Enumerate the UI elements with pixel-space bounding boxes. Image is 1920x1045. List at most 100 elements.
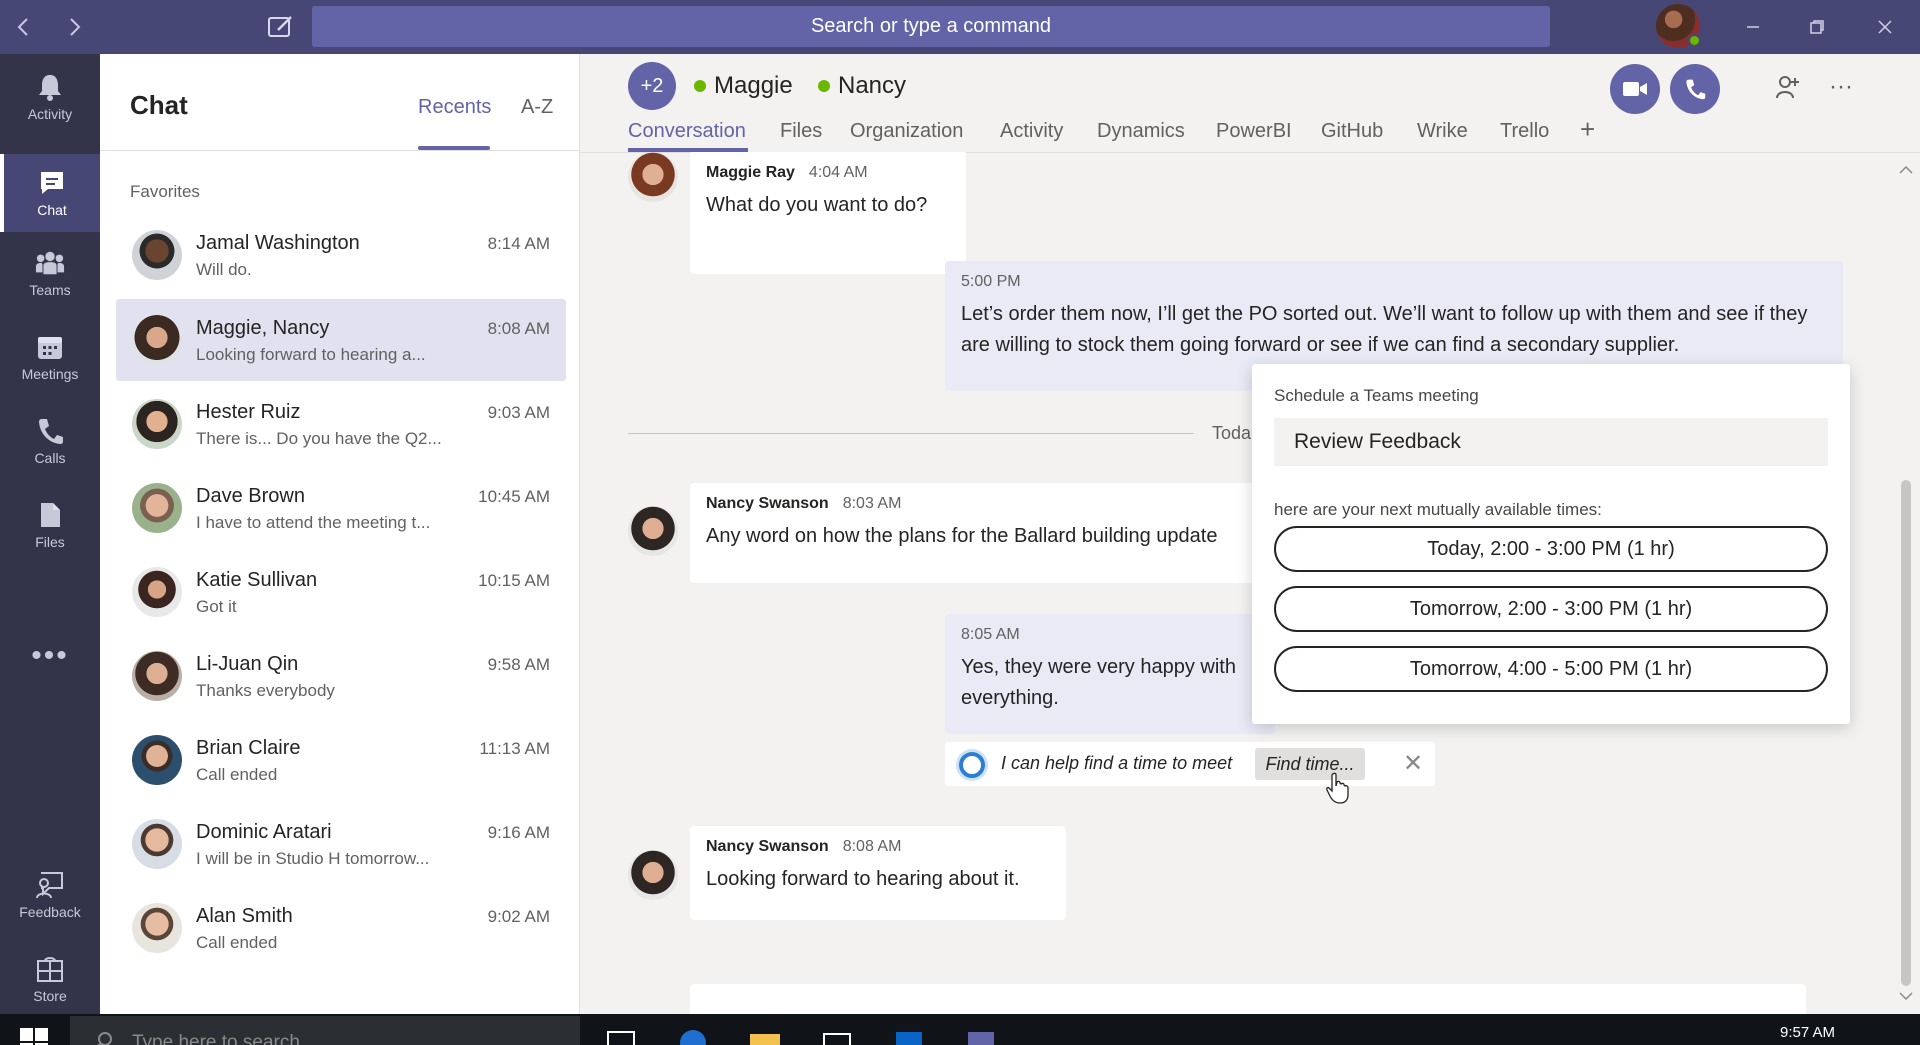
chat-name: Alan Smith: [196, 905, 293, 927]
tab-github[interactable]: GitHub: [1321, 120, 1383, 143]
rail-item-teams[interactable]: Teams: [0, 234, 100, 312]
tab-conversation[interactable]: Conversation: [628, 120, 746, 143]
chat-name: Jamal Washington: [196, 232, 360, 254]
chat-list-pane: Chat Recents A-Z Favorites Jamal Washing…: [100, 54, 580, 1014]
scroll-up-icon[interactable]: [1898, 162, 1914, 178]
dismiss-icon[interactable]: ✕: [1400, 750, 1426, 777]
section-favorites: Favorites: [130, 182, 200, 201]
scroll-down-icon[interactable]: [1898, 988, 1914, 1004]
edge-browser-icon[interactable]: [676, 1026, 710, 1045]
file-explorer-icon[interactable]: [748, 1026, 782, 1045]
message-time: 4:04 AM: [808, 164, 868, 181]
outlook-icon[interactable]: [892, 1026, 926, 1045]
scrollbar[interactable]: [1894, 158, 1918, 1014]
divider: [100, 150, 580, 151]
chat-preview: There is... Do you have the Q2...: [196, 429, 442, 448]
search-input[interactable]: Search or type a command: [312, 6, 1550, 47]
chat-name: Brian Claire: [196, 737, 301, 759]
tab-a-z[interactable]: A-Z: [521, 96, 553, 119]
message-text: What do you want to do?: [706, 194, 928, 216]
scrollbar-thumb[interactable]: [1901, 480, 1911, 986]
meeting-title-input[interactable]: [1274, 418, 1828, 466]
chat-list-item[interactable]: Jamal Washington Will do. 8:14 AM: [116, 214, 566, 296]
assistant-text: I can help find a time to meet: [1001, 753, 1233, 773]
tab-trello[interactable]: Trello: [1500, 120, 1549, 143]
video-call-button[interactable]: [1610, 64, 1660, 114]
avatar: [628, 850, 678, 900]
file-icon: [35, 500, 65, 530]
message-sender: Maggie Ray: [706, 164, 795, 181]
minimize-icon[interactable]: [1738, 12, 1768, 42]
audio-call-button[interactable]: [1670, 64, 1720, 114]
rail-label: Calls: [34, 450, 66, 466]
rail-item-calls[interactable]: Calls: [0, 402, 100, 480]
time-slot-button[interactable]: Today, 2:00 - 3:00 PM (1 hr): [1274, 526, 1828, 572]
restore-icon[interactable]: [1802, 12, 1832, 42]
hand-cursor-icon: [1326, 772, 1349, 804]
chat-preview: Call ended: [196, 765, 278, 784]
phone-icon: [35, 416, 65, 446]
chat-preview: Thanks everybody: [196, 681, 335, 700]
more-apps-icon[interactable]: •••: [0, 639, 100, 673]
avatar: [132, 315, 182, 365]
compose-box[interactable]: [690, 984, 1806, 1014]
scheduling-assistant-bar: I can help find a time to meet Find time…: [945, 742, 1435, 786]
add-people-icon[interactable]: [1773, 72, 1803, 102]
chat-time: 9:03 AM: [487, 403, 550, 422]
rail-item-feedback[interactable]: Feedback: [0, 856, 100, 934]
more-options-icon[interactable]: ···: [1826, 72, 1856, 102]
avatar: [628, 152, 678, 202]
chat-list-item[interactable]: Li-Juan Qin Thanks everybody 9:58 AM: [116, 635, 566, 717]
time-slot-button[interactable]: Tomorrow, 4:00 - 5:00 PM (1 hr): [1274, 646, 1828, 692]
rail-label: Chat: [37, 202, 67, 218]
rail-label: Activity: [27, 106, 73, 122]
chat-list-item[interactable]: Dominic Aratari I will be in Studio H to…: [116, 803, 566, 885]
add-tab-icon[interactable]: +: [1580, 114, 1595, 145]
close-icon[interactable]: [1870, 12, 1900, 42]
chat-list-item[interactable]: Brian Claire Call ended 11:13 AM: [116, 719, 566, 801]
chat-list-item[interactable]: Katie Sullivan Got it 10:15 AM: [116, 551, 566, 633]
back-icon[interactable]: [10, 14, 36, 40]
rail-label: Feedback: [19, 904, 81, 920]
chat-time: 8:14 AM: [487, 234, 550, 253]
teams-app-icon[interactable]: [964, 1026, 998, 1045]
chat-list-item[interactable]: Hester Ruiz There is... Do you have the …: [116, 383, 566, 465]
compose-icon[interactable]: [266, 12, 296, 42]
chat-icon: [37, 168, 67, 198]
rail-item-files[interactable]: Files: [0, 486, 100, 564]
presence-icon: [694, 80, 706, 92]
chat-list-item[interactable]: Maggie, Nancy Looking forward to hearing…: [116, 299, 566, 381]
tab-activity[interactable]: Activity: [1000, 120, 1063, 143]
task-view-icon[interactable]: [604, 1026, 638, 1045]
time-slot-button[interactable]: Tomorrow, 2:00 - 3:00 PM (1 hr): [1274, 586, 1828, 632]
video-camera-icon: [1623, 82, 1647, 96]
tab-recents[interactable]: Recents: [418, 96, 491, 119]
tab-dynamics[interactable]: Dynamics: [1097, 120, 1185, 143]
rail-item-chat[interactable]: Chat: [0, 154, 100, 232]
rail-item-meetings[interactable]: Meetings: [0, 318, 100, 396]
tab-wrike[interactable]: Wrike: [1417, 120, 1468, 143]
rail-label: Meetings: [21, 366, 79, 382]
tab-organization[interactable]: Organization: [850, 120, 963, 143]
taskbar-search-input[interactable]: Type here to search: [70, 1016, 580, 1045]
chat-list-item[interactable]: Dave Brown I have to attend the meeting …: [116, 467, 566, 549]
group-count-badge[interactable]: +2: [628, 62, 676, 110]
chat-preview: Looking forward to hearing a...: [196, 345, 426, 364]
message-bubble: Maggie Ray 4:04 AM What do you want to do…: [690, 152, 966, 274]
tab-files[interactable]: Files: [780, 120, 822, 143]
chat-list-item[interactable]: Alan Smith Call ended 9:02 AM: [116, 887, 566, 969]
participant-maggie[interactable]: Maggie: [694, 72, 793, 100]
chat-time: 9:02 AM: [487, 907, 550, 926]
feedback-icon: [35, 870, 65, 900]
windows-start-icon[interactable]: [20, 1028, 48, 1045]
card-title: Schedule a Teams meeting: [1274, 386, 1479, 405]
tab-powerbi[interactable]: PowerBI: [1216, 120, 1292, 143]
avatar: [132, 567, 182, 617]
chat-preview: Will do.: [196, 260, 252, 279]
store-app-icon[interactable]: [820, 1026, 854, 1045]
rail-item-store[interactable]: Store: [0, 940, 100, 1018]
forward-icon[interactable]: [62, 14, 88, 40]
participant-nancy[interactable]: Nancy: [818, 72, 906, 100]
chat-preview: Got it: [196, 597, 237, 616]
rail-item-activity[interactable]: Activity: [0, 58, 100, 136]
